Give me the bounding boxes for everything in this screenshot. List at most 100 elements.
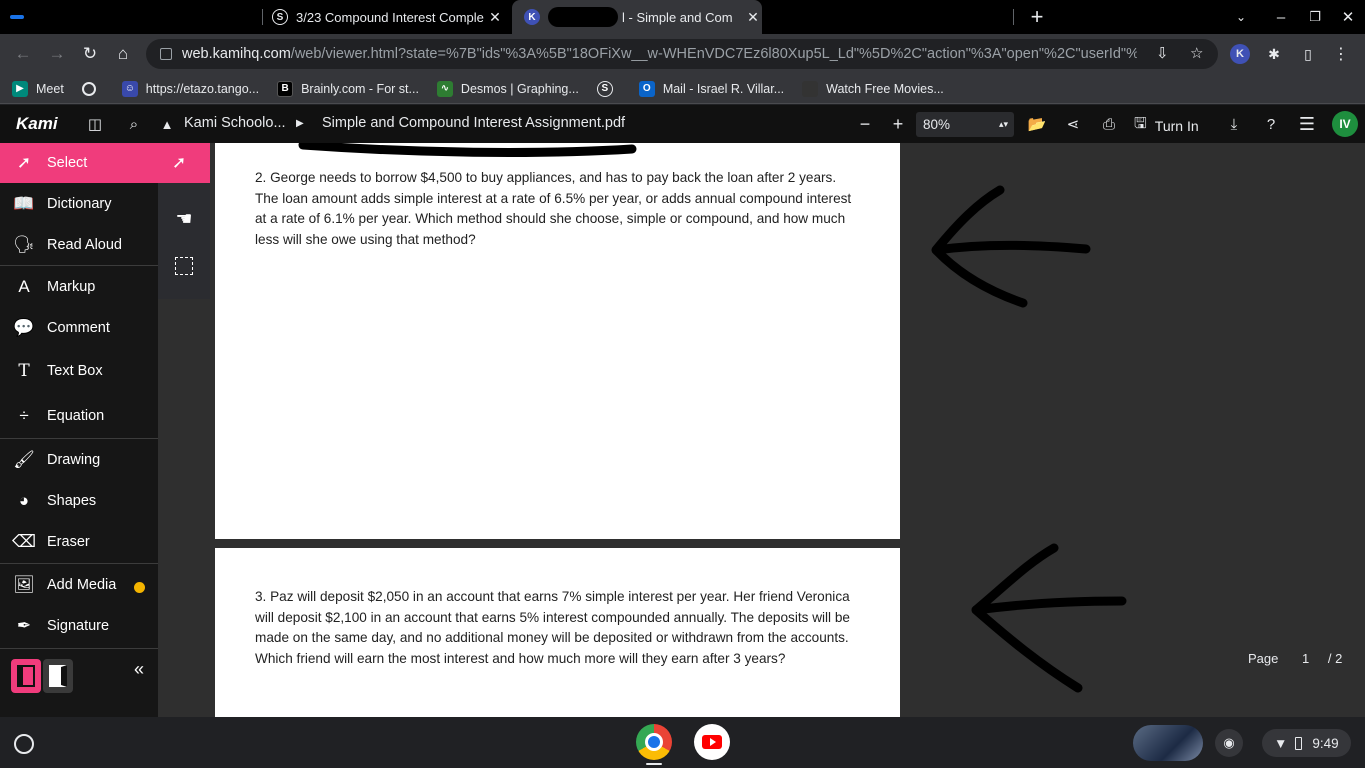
url-path: /web/viewer.html?state=%7B"ids"%3A%5B"18… [290, 46, 1137, 62]
zoom-in-button[interactable]: + [887, 113, 909, 135]
close-window-button[interactable]: ✕ [1333, 0, 1363, 34]
tool-comment[interactable]: 💬 Comment [0, 309, 158, 347]
bookmark-star-icon[interactable]: ☆ [1190, 44, 1203, 62]
bookmark-mail[interactable]: O Mail - Israel R. Villar... [638, 80, 784, 97]
breadcrumb-chevron-icon: ▶ [296, 118, 304, 129]
zoom-out-button[interactable]: − [854, 113, 876, 135]
share-icon[interactable]: ⋖ [1062, 113, 1084, 135]
page-current-input[interactable]: 1 [1302, 651, 1309, 666]
browser-toolbar: ← → ↻ ⌂ web.kamihq.com/web/viewer.html?s… [0, 34, 1365, 74]
tool-drawing[interactable]: 🖌 Drawing [0, 441, 158, 479]
cursor-arrow-icon: ➚ [172, 153, 187, 172]
wifi-icon: ▼ [1274, 735, 1288, 751]
arrow-annotation-1 [931, 185, 1091, 308]
area-select-icon[interactable] [175, 257, 193, 275]
home-button[interactable]: ⌂ [107, 38, 139, 70]
browser-tab-strip: S 3/23 Compound Interest Comple ✕ K l - … [0, 0, 1365, 34]
tool-dictionary[interactable]: 📖 Dictionary [0, 185, 158, 223]
bookmark-label: Meet [36, 81, 64, 96]
tool-label: Dictionary [47, 196, 112, 212]
kami-logo: Kami [16, 114, 58, 133]
status-tray[interactable]: ▼ 9:49 [1262, 729, 1351, 757]
tab-search-chevron-icon[interactable]: ⌄ [1226, 0, 1256, 34]
menu-icon[interactable]: ☰ [1296, 113, 1318, 135]
address-bar[interactable]: web.kamihq.com/web/viewer.html?state=%7B… [146, 39, 1218, 69]
tab-compound-interest[interactable]: S 3/23 Compound Interest Comple ✕ [272, 0, 504, 34]
new-tab-button[interactable]: + [1022, 0, 1052, 34]
drive-icon: ▲ [160, 116, 174, 132]
tab-title: l - Simple and Com [622, 9, 733, 25]
select-subtools: ☚ [158, 183, 210, 299]
close-icon[interactable]: ✕ [486, 9, 504, 26]
tool-read-aloud[interactable]: 🗣 Read Aloud [0, 226, 158, 264]
bookmark-tango[interactable]: ☺ https://etazo.tango... [121, 80, 259, 97]
mode-right-panel-button[interactable] [43, 659, 73, 693]
pdf-page-1[interactable]: 2. George needs to borrow $4,500 to buy … [215, 143, 900, 539]
bookmark-movies[interactable]: Watch Free Movies... [802, 80, 944, 97]
print-icon[interactable]: ⎙ [1098, 113, 1120, 135]
bookmark-meet[interactable]: ▶ Meet [12, 80, 64, 97]
divider [0, 563, 158, 564]
youtube-app-icon[interactable] [694, 724, 730, 760]
bookmark-globe[interactable] [81, 81, 104, 96]
launcher-button[interactable] [14, 734, 34, 754]
tab-kami-assignment[interactable]: K l - Simple and Com ✕ [512, 0, 762, 34]
tab-redacted[interactable] [770, 0, 1010, 34]
s-icon: S [596, 80, 613, 97]
reload-button[interactable]: ↻ [74, 38, 106, 70]
tool-select[interactable]: ➚ Select ➚ [0, 143, 210, 183]
shapes-icon: ◕ [18, 491, 30, 510]
tool-eraser[interactable]: ⌫ Eraser [0, 523, 158, 561]
restore-button[interactable]: ❐ [1300, 0, 1330, 34]
install-icon[interactable]: ⇩ [1156, 44, 1169, 62]
turn-in-button[interactable]: 🖫 Turn In [1134, 113, 1199, 138]
avatar[interactable]: IV [1332, 111, 1358, 137]
tab-partial[interactable] [0, 0, 45, 34]
tool-markup[interactable]: A Markup [0, 268, 158, 306]
help-icon[interactable]: ? [1260, 113, 1282, 135]
page-total: / 2 [1327, 651, 1343, 666]
zoom-select[interactable]: 80% ▴▾ [916, 112, 1014, 137]
tool-equation[interactable]: ÷ Equation [0, 397, 158, 435]
screen-capture-icon[interactable]: ◉ [1215, 729, 1243, 757]
open-folder-icon[interactable]: 📂 [1026, 113, 1048, 135]
tool-text-box[interactable]: T Text Box [0, 352, 158, 390]
file-name[interactable]: Simple and Compound Interest Assignment.… [322, 115, 625, 131]
side-panel-icon[interactable]: ▯ [1298, 44, 1318, 64]
minimize-button[interactable]: ‒ [1266, 0, 1296, 34]
kami-extension-icon[interactable]: K [1230, 44, 1250, 64]
chrome-app-icon[interactable] [636, 724, 672, 760]
globe-icon [81, 81, 96, 96]
extensions-puzzle-icon[interactable]: ✱ [1264, 44, 1284, 64]
holding-space-thumbnail[interactable] [1133, 725, 1203, 761]
hand-pan-icon[interactable]: ☚ [170, 205, 198, 233]
document-canvas[interactable]: 2. George needs to borrow $4,500 to buy … [158, 143, 1365, 717]
sidebar-toggle-icon[interactable]: ◫ [84, 113, 106, 135]
back-button[interactable]: ← [7, 38, 39, 70]
forward-button[interactable]: → [41, 38, 73, 70]
redaction-mark [548, 7, 618, 27]
bookmark-desmos[interactable]: ∿ Desmos | Graphing... [436, 80, 579, 97]
read-aloud-icon: 🗣 [13, 235, 35, 254]
pdf-page-2[interactable]: 3. Paz will deposit $2,050 in an account… [215, 548, 900, 717]
bookmark-brainly[interactable]: B Brainly.com - For st... [277, 80, 419, 97]
divide-icon: ÷ [19, 406, 29, 425]
tab-separator [262, 9, 263, 25]
movies-icon [802, 80, 819, 97]
mode-left-panel-button[interactable] [11, 659, 41, 693]
breadcrumb-parent[interactable]: Kami Schoolo... [184, 115, 286, 131]
tool-signature[interactable]: ✒ Signature [0, 607, 158, 645]
tool-label: Comment [47, 320, 110, 336]
search-icon[interactable]: ⌕ [123, 113, 145, 135]
question-3-text: 3. Paz will deposit $2,050 in an account… [255, 589, 850, 667]
kami-tool-sidebar: ➚ Select ➚ 📖 Dictionary 🗣 Read Aloud A Mark… [0, 143, 210, 717]
more-menu-icon[interactable]: ⋮ [1331, 44, 1351, 64]
bookmark-s[interactable]: S [596, 80, 621, 97]
tool-label: Text Box [47, 363, 103, 379]
tab-redacted[interactable] [185, 0, 255, 34]
close-icon[interactable]: ✕ [744, 9, 762, 26]
download-icon[interactable]: ⤓ [1223, 113, 1245, 135]
site-info-icon[interactable] [160, 48, 172, 60]
collapse-sidebar-icon[interactable]: « [134, 659, 144, 680]
tool-shapes[interactable]: ◕ Shapes [0, 482, 158, 520]
